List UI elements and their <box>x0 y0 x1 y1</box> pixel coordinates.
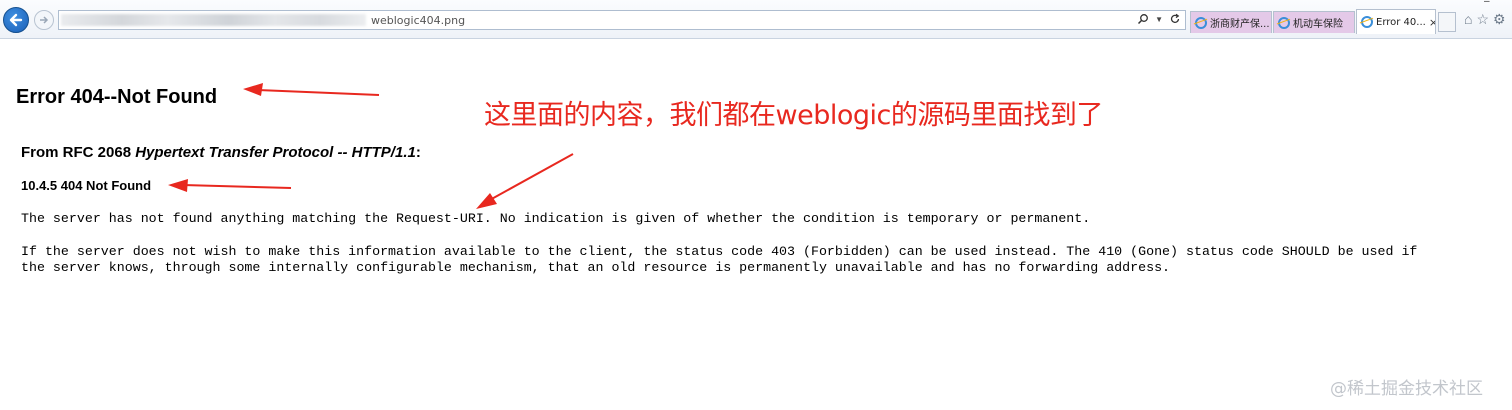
watermark: @稀土掘金技术社区 <box>1330 379 1483 399</box>
annotation-arrows <box>168 83 574 209</box>
arrow-to-title <box>243 83 380 96</box>
arrow-to-paragraph <box>476 153 574 209</box>
arrow-to-section <box>168 179 292 192</box>
